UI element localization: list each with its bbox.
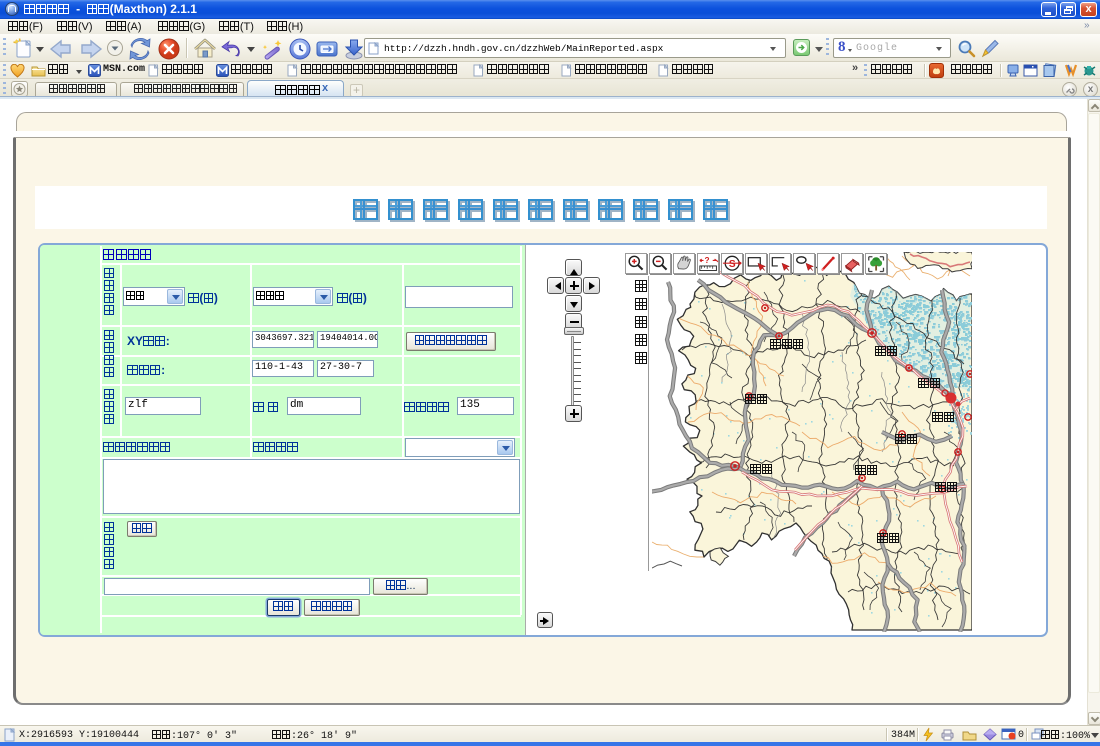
svg-text:?: ? — [704, 256, 709, 265]
svg-text:S: S — [729, 259, 736, 270]
